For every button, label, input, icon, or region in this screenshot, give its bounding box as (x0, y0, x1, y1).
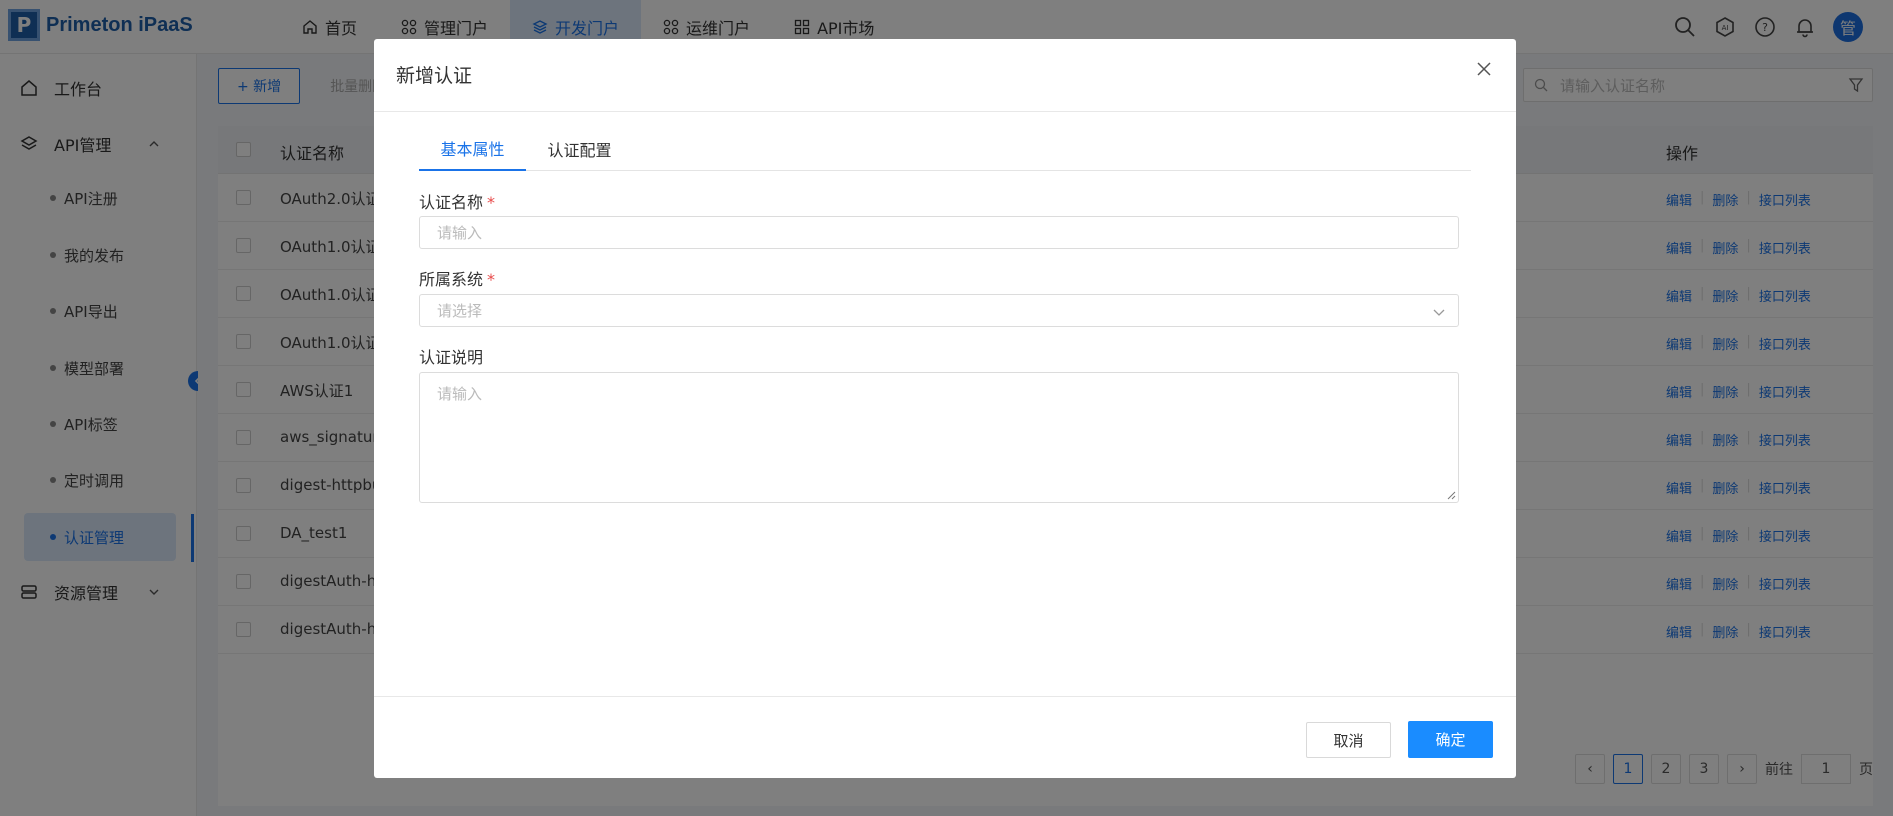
tab-basic-properties[interactable]: 基本属性 (419, 127, 526, 171)
dialog-header: 新增认证 (374, 39, 1516, 112)
add-auth-dialog: 新增认证 基本属性 认证配置 认证名称 * 请输入 所属系统 * 请选择 认证说明 … (374, 39, 1516, 778)
field-label-text: 认证说明 (419, 348, 484, 367)
dialog-footer: 取消 确定 (374, 696, 1516, 778)
close-icon[interactable] (1474, 59, 1494, 79)
confirm-button[interactable]: 确定 (1408, 721, 1493, 758)
auth-name-input[interactable]: 请输入 (419, 216, 1459, 249)
desc-textarea[interactable]: 请输入 (419, 372, 1459, 503)
desc-label: 认证说明 (419, 344, 483, 368)
system-select[interactable]: 请选择 (419, 294, 1459, 327)
textarea-placeholder: 请输入 (437, 385, 483, 403)
resize-grip-icon[interactable] (1446, 490, 1456, 500)
dialog-title: 新增认证 (396, 65, 473, 87)
chevron-down-icon (1433, 309, 1445, 316)
auth-name-label: 认证名称 * (419, 189, 495, 213)
field-label-text: 认证名称 (419, 193, 484, 212)
dialog-tabs: 基本属性 认证配置 (419, 127, 1471, 171)
select-placeholder: 请选择 (437, 302, 483, 320)
required-mark: * (487, 270, 496, 289)
system-label: 所属系统 * (419, 266, 495, 290)
input-placeholder: 请输入 (437, 224, 483, 242)
required-mark: * (487, 193, 496, 212)
field-label-text: 所属系统 (419, 270, 484, 289)
cancel-button[interactable]: 取消 (1306, 722, 1391, 758)
tab-auth-config[interactable]: 认证配置 (526, 127, 633, 171)
